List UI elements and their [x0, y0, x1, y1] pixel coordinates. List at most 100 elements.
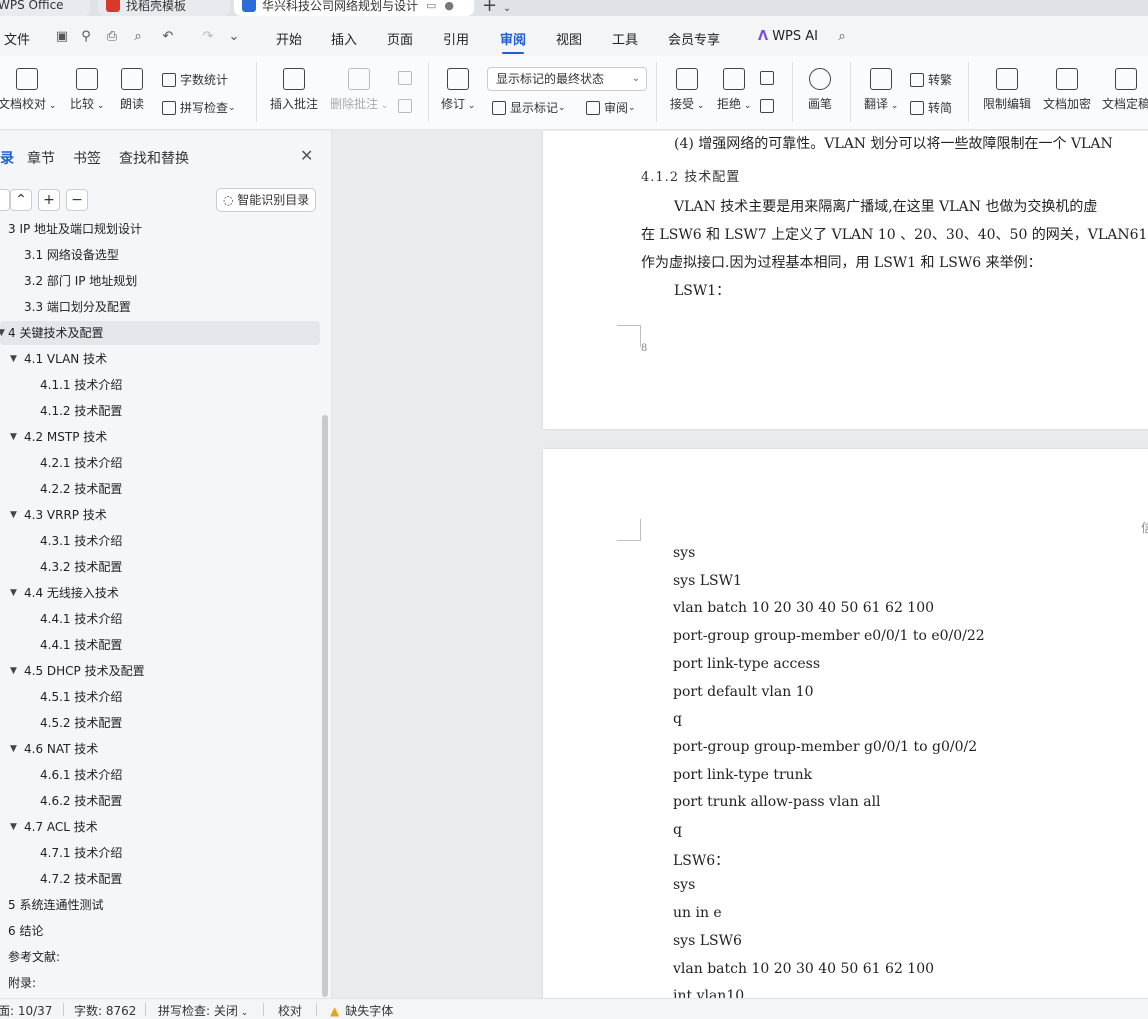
toc-item[interactable]: 4.5.1 技术介绍 — [0, 685, 320, 709]
expand-triangle-icon[interactable]: ▼ — [10, 347, 17, 371]
toc-item[interactable]: 6 结论 — [0, 919, 320, 943]
expand-triangle-icon[interactable]: ▼ — [10, 737, 17, 761]
redo-icon[interactable]: ↷ — [200, 29, 216, 45]
toc-item[interactable]: ▼ 4.1 VLAN 技术 — [0, 347, 320, 371]
code-line[interactable]: q — [673, 711, 682, 727]
code-line[interactable]: port default vlan 10 — [673, 684, 814, 700]
print-icon[interactable]: ⎙ — [104, 29, 120, 45]
toc-scrollbar[interactable] — [322, 415, 328, 997]
read-aloud-button[interactable]: 朗读 — [120, 68, 144, 112]
reject-button[interactable]: 拒绝 ⌄ — [717, 68, 751, 112]
accept-button[interactable]: 接受 ⌄ — [670, 68, 704, 112]
doc-paragraph[interactable]: (4) 增强网络的可靠性。VLAN 划分可以将一些故障限制在一个 VLAN — [674, 133, 1113, 153]
toc-item[interactable]: 4.3.2 技术配置 — [0, 555, 320, 579]
menu-wps-ai[interactable]: ᐱ WPS AI — [758, 29, 818, 44]
pen-button[interactable]: 画笔 — [808, 68, 832, 112]
toc-item[interactable]: ▼ 4.7 ACL 技术 — [0, 815, 320, 839]
dot-icon[interactable]: ● — [444, 0, 454, 12]
delete-comment-button[interactable]: 删除批注 ⌄ — [330, 68, 388, 112]
code-line[interactable]: port-group group-member e0/0/1 to e0/0/2… — [673, 628, 985, 644]
search-icon[interactable]: ⌕ — [834, 29, 850, 45]
toc-item[interactable]: 4.4.1 技术配置 — [0, 633, 320, 657]
code-line[interactable]: vlan batch 10 20 30 40 50 61 62 100 — [673, 961, 934, 977]
nav-tab-bookmarks[interactable]: 书签 — [73, 148, 101, 168]
show-markup-button[interactable]: 显示标记 ⌄ — [492, 99, 566, 116]
toc-item[interactable]: ▼ 4.5 DHCP 技术及配置 — [0, 659, 320, 683]
nav-tab-find-replace[interactable]: 查找和替换 — [119, 148, 189, 168]
doc-paragraph[interactable]: 作为虚拟接口.因为过程基本相同，用 LSW1 和 LSW6 来举例： — [641, 252, 1042, 272]
toc-item[interactable]: 4.1.2 技术配置 — [0, 399, 320, 423]
code-line[interactable]: un in e — [673, 905, 722, 921]
remove-heading-button[interactable]: − — [66, 189, 88, 211]
next-change-button[interactable] — [760, 99, 778, 113]
code-line[interactable]: sys — [673, 545, 695, 561]
toc-item[interactable]: ▼ 4 关键技术及配置 — [0, 321, 320, 345]
expand-triangle-icon[interactable]: ▼ — [10, 581, 17, 605]
toc-item[interactable]: ▼ 4.3 VRRP 技术 — [0, 503, 320, 527]
next-comment-button[interactable] — [398, 99, 416, 113]
expand-triangle-icon[interactable]: ▼ — [10, 425, 17, 449]
toc-item[interactable]: 4.6.2 技术配置 — [0, 789, 320, 813]
menu-member[interactable]: 会员专享 — [668, 29, 720, 48]
expand-triangle-icon[interactable]: ▼ — [10, 503, 17, 527]
tab-document[interactable]: 华兴科技公司网络规划与设计 ▭ ● — [234, 0, 474, 16]
share-icon[interactable]: ⚲ — [78, 29, 94, 45]
review-pane-button[interactable]: 审阅 ⌄ — [586, 99, 636, 116]
translate-button[interactable]: 翻译 ⌄ — [864, 68, 898, 112]
restrict-edit-button[interactable]: 限制编辑 — [983, 68, 1031, 112]
toc-item[interactable]: 4.7.1 技术介绍 — [0, 841, 320, 865]
code-line[interactable]: sys LSW6 — [673, 933, 742, 949]
print-preview-icon[interactable]: ⌕ — [130, 29, 146, 45]
compare-button[interactable]: 比较 ⌄ — [70, 68, 104, 112]
toc-item[interactable]: 4.2.2 技术配置 — [0, 477, 320, 501]
nav-tab-toc[interactable]: 录 — [0, 148, 14, 168]
expand-triangle-icon[interactable]: ▼ — [10, 659, 17, 683]
menu-view[interactable]: 视图 — [556, 29, 582, 48]
proof-status[interactable]: 校对 — [278, 1002, 302, 1019]
to-simplified-button[interactable]: 转简 — [910, 99, 952, 116]
markup-state-select[interactable]: 显示标记的最终状态 ⌄ — [487, 67, 647, 91]
close-icon[interactable]: ✕ — [300, 146, 313, 165]
save-icon[interactable]: ▣ — [54, 29, 70, 45]
code-line[interactable]: sys — [673, 877, 695, 893]
expand-triangle-icon[interactable]: ▼ — [0, 321, 5, 345]
doc-paragraph[interactable]: LSW1： — [674, 280, 730, 300]
toc-item[interactable]: ▼ 4.6 NAT 技术 — [0, 737, 320, 761]
toc-item[interactable]: 4.3.1 技术介绍 — [0, 529, 320, 553]
page-indicator[interactable]: 页面: 10/37 — [0, 1002, 52, 1019]
new-tab-icon[interactable]: + ⌄ — [482, 0, 511, 16]
nav-tab-chapters[interactable]: 章节 — [27, 148, 55, 168]
code-line[interactable]: port trunk allow-pass vlan all — [673, 794, 881, 810]
prev-comment-button[interactable] — [398, 71, 416, 85]
doc-encrypt-button[interactable]: 文档加密 — [1043, 68, 1091, 112]
menu-review[interactable]: 审阅 — [500, 29, 526, 48]
code-line[interactable]: q — [673, 822, 682, 838]
toc-item[interactable]: 3.2 部门 IP 地址规划 — [0, 269, 320, 293]
monitor-icon[interactable]: ▭ — [426, 0, 436, 12]
section-heading[interactable]: 4.1.2 技术配置 — [641, 166, 740, 185]
toc-item[interactable]: 3.3 端口划分及配置 — [0, 295, 320, 319]
toc-item[interactable]: 4.1.1 技术介绍 — [0, 373, 320, 397]
toc-item[interactable]: 4.5.2 技术配置 — [0, 711, 320, 735]
toc-item[interactable]: 4.4.1 技术介绍 — [0, 607, 320, 631]
toc-item[interactable]: 4.2.1 技术介绍 — [0, 451, 320, 475]
menu-page[interactable]: 页面 — [387, 29, 413, 48]
word-count-status[interactable]: 字数: 8762 — [74, 1002, 136, 1019]
to-traditional-button[interactable]: 转繁 — [910, 71, 952, 88]
toc-item[interactable]: 3 IP 地址及端口规划设计 — [0, 223, 320, 241]
add-heading-button[interactable]: + — [38, 189, 60, 211]
toc-item[interactable]: ▼ 4.4 无线接入技术 — [0, 581, 320, 605]
toc-item[interactable]: 附录: — [0, 971, 320, 995]
code-line[interactable]: port link-type trunk — [673, 767, 812, 783]
doc-paragraph[interactable]: 在 LSW6 和 LSW7 上定义了 VLAN 10 、20、30、40、50 … — [641, 224, 1147, 244]
code-line[interactable]: port link-type access — [673, 656, 820, 672]
toc-item[interactable]: 参考文献: — [0, 945, 320, 969]
expand-up-button[interactable]: ⌃ — [10, 189, 32, 211]
code-line[interactable]: port-group group-member g0/0/1 to g0/0/2 — [673, 739, 977, 755]
doc-paragraph[interactable]: VLAN 技术主要是用来隔离广播域,在这里 VLAN 也做为交换机的虚 — [674, 196, 1097, 216]
menu-insert[interactable]: 插入 — [331, 29, 357, 48]
toc-item[interactable]: ▼ 4.2 MSTP 技术 — [0, 425, 320, 449]
expand-triangle-icon[interactable]: ▼ — [10, 815, 17, 839]
toc-item[interactable]: 4.6.1 技术介绍 — [0, 763, 320, 787]
missing-font-status[interactable]: ▲ 缺失字体 — [330, 1002, 393, 1019]
